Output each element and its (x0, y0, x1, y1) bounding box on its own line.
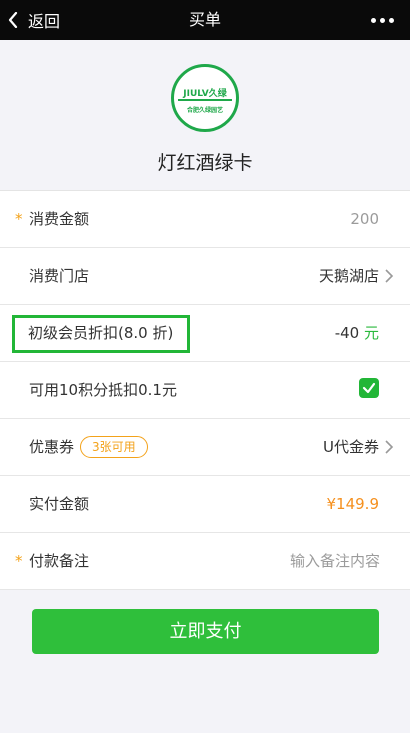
chevron-right-icon (385, 440, 394, 454)
required-mark: * (15, 210, 23, 228)
required-mark: * (15, 552, 23, 570)
back-button[interactable]: 返回 (8, 0, 60, 40)
more-dot-icon (370, 17, 376, 23)
card-name: 灯红酒绿卡 (157, 152, 253, 174)
pay-now-button[interactable]: 立即支付 (32, 609, 379, 654)
payment-form: * 消费金额 200 消费门店 天鹅湖店 初级会员折扣(8.0 折) -40 元… (0, 190, 410, 590)
shop-logo: JIULV久绿 合肥久绿园艺 (171, 64, 239, 132)
note-row: * 付款备注 (0, 533, 410, 590)
logo-sub-text: 合肥久绿园艺 (186, 107, 223, 114)
checkmark-icon (362, 382, 376, 394)
discount-value: -40 元 (335, 305, 379, 361)
store-value[interactable]: 天鹅湖店 (319, 248, 379, 304)
note-label: 付款备注 (29, 552, 90, 570)
store-label: 消费门店 (29, 267, 90, 285)
store-row[interactable]: 消费门店 天鹅湖店 (0, 248, 410, 305)
page-title: 买单 (188, 10, 221, 29)
coupon-label: 优惠券 (29, 438, 75, 456)
actual-payment-value: ¥149.9 (326, 495, 380, 513)
actual-payment-row: 实付金额 ¥149.9 (0, 476, 410, 533)
coupon-badge: 3张可用 (80, 436, 148, 458)
more-dot-icon (388, 17, 394, 23)
discount-unit: 元 (363, 324, 379, 342)
points-row[interactable]: 可用10积分抵扣0.1元 (0, 362, 410, 419)
back-label: 返回 (28, 12, 61, 31)
top-bar: 返回 买单 (0, 0, 410, 40)
coupon-value[interactable]: U代金券 (323, 419, 379, 475)
amount-row[interactable]: * 消费金额 200 (0, 191, 410, 248)
amount-value[interactable]: 200 (350, 191, 379, 247)
note-input[interactable] (180, 546, 380, 576)
logo-divider (178, 99, 232, 101)
discount-label: 初级会员折扣(8.0 折) (28, 324, 174, 342)
points-label: 可用10积分抵扣0.1元 (29, 381, 177, 399)
chevron-right-icon (385, 269, 394, 283)
chevron-left-icon (8, 12, 18, 28)
coupon-row[interactable]: 优惠券 3张可用 U代金券 (0, 419, 410, 476)
logo-main-text: JIULV久绿 (183, 89, 227, 99)
amount-label: 消费金额 (29, 210, 90, 228)
points-checkbox[interactable] (359, 378, 379, 398)
discount-row: 初级会员折扣(8.0 折) -40 元 (0, 305, 410, 362)
more-menu-button[interactable] (362, 0, 402, 40)
actual-payment-label: 实付金额 (29, 495, 90, 513)
more-dot-icon (379, 17, 385, 23)
discount-amount: -40 (334, 324, 360, 342)
